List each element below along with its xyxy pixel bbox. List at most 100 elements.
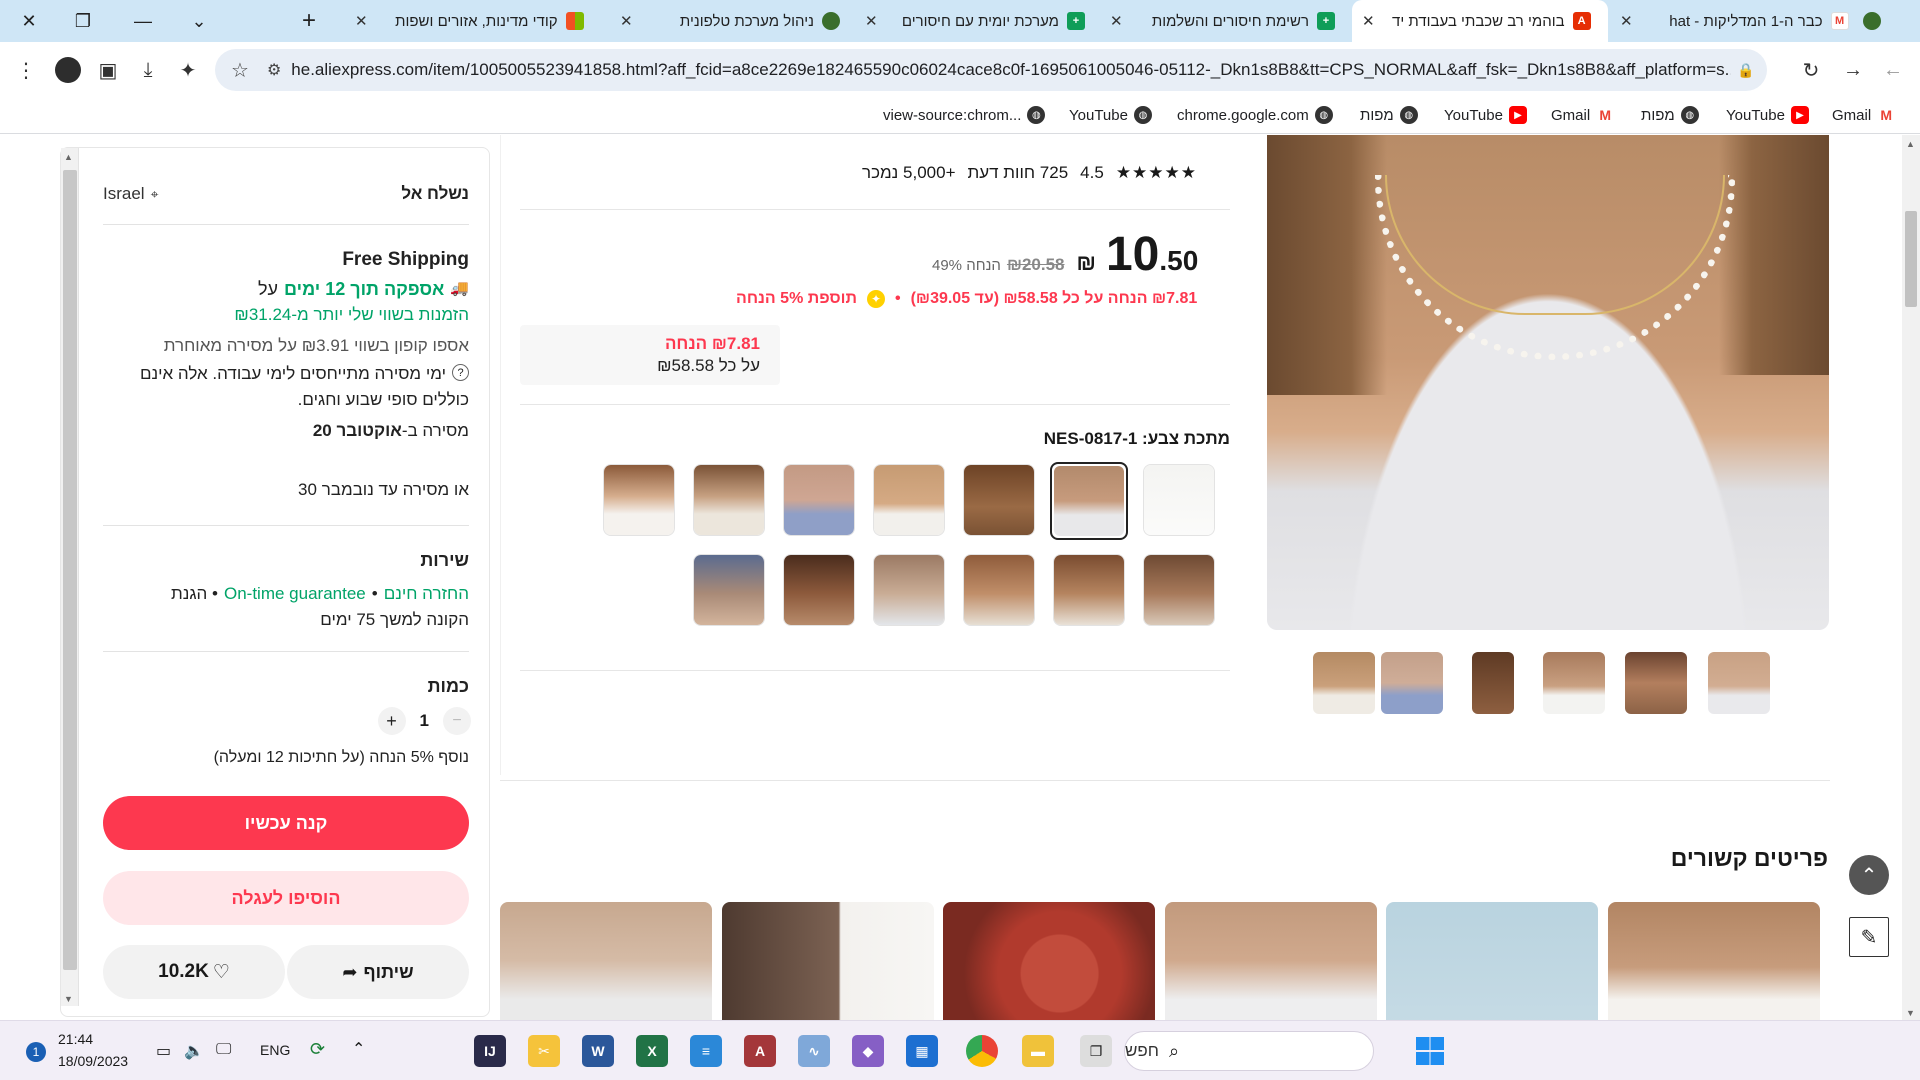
tab-country-codes[interactable]: ✕ קודי מדינות, אזורים ושפות bbox=[345, 0, 605, 42]
ship-to-selector[interactable]: Israel ⌖ bbox=[103, 184, 158, 204]
related-item-image[interactable] bbox=[500, 902, 712, 1020]
on-time-guarantee-link[interactable]: On-time guarantee bbox=[224, 584, 366, 604]
variant-swatch[interactable] bbox=[1053, 554, 1125, 626]
tab-aliexpress[interactable]: ✕ בוהמי רב שכבתי בעבודת יד A bbox=[1352, 0, 1608, 42]
address-bar[interactable]: ☆ ⚙ he.aliexpress.com/item/1005005523941… bbox=[215, 49, 1767, 91]
sync-icon[interactable]: ⟳ bbox=[310, 1039, 325, 1060]
close-tab-icon[interactable]: ✕ bbox=[1620, 12, 1633, 30]
close-tab-icon[interactable]: ✕ bbox=[865, 12, 878, 30]
variant-swatch[interactable] bbox=[963, 464, 1035, 536]
bookmark-maps[interactable]: מפות ◍ bbox=[1360, 106, 1418, 124]
store-app-icon[interactable]: ▦ bbox=[906, 1035, 938, 1067]
tab-phone-system[interactable]: ✕ ניהול מערכת טלפונית bbox=[610, 0, 850, 42]
variant-swatch[interactable] bbox=[783, 464, 855, 536]
new-tab-button[interactable]: + bbox=[292, 4, 326, 38]
related-item-image[interactable] bbox=[1386, 902, 1598, 1020]
product-thumbnail[interactable] bbox=[1472, 652, 1514, 714]
product-main-image[interactable] bbox=[1267, 135, 1829, 630]
notepad-app-icon[interactable]: ≡ bbox=[690, 1035, 722, 1067]
scroll-up-icon[interactable]: ▲ bbox=[64, 152, 73, 162]
tab-search-icon[interactable]: ⌄ bbox=[182, 4, 216, 38]
battery-icon[interactable]: ▭ bbox=[156, 1041, 171, 1061]
page-scrollbar[interactable]: ▲ ▼ bbox=[1902, 135, 1920, 1020]
feedback-edit-icon[interactable]: ✎ bbox=[1849, 917, 1889, 957]
access-app-icon[interactable]: A bbox=[744, 1035, 776, 1067]
close-tab-icon[interactable]: ✕ bbox=[620, 12, 633, 30]
bookmark-chrome-store[interactable]: chrome.google.com ◍ bbox=[1177, 106, 1333, 124]
product-thumbnail[interactable] bbox=[1381, 652, 1443, 714]
bookmark-youtube[interactable]: YouTube ▶ bbox=[1444, 106, 1527, 124]
show-hidden-icons[interactable]: ⌃ bbox=[352, 1039, 365, 1059]
clock-date[interactable]: 18/09/2023 bbox=[58, 1053, 128, 1069]
variant-swatch[interactable] bbox=[963, 554, 1035, 626]
quantity-value[interactable]: 1 bbox=[420, 711, 429, 731]
help-icon[interactable]: ? bbox=[452, 364, 469, 381]
url-text[interactable]: he.aliexpress.com/item/1005005523941858.… bbox=[291, 60, 1731, 80]
scroll-up-icon[interactable]: ▲ bbox=[1906, 139, 1915, 149]
bookmark-gmail[interactable]: Gmail M bbox=[1551, 106, 1615, 124]
site-info-icon[interactable]: ⚙ bbox=[267, 60, 281, 80]
volume-icon[interactable]: 🔈 bbox=[184, 1041, 204, 1061]
close-tab-icon[interactable]: ✕ bbox=[355, 12, 368, 30]
snip-tool-app-icon[interactable]: ✂ bbox=[528, 1035, 560, 1067]
free-return-link[interactable]: החזרה חינם bbox=[384, 584, 469, 604]
language-indicator[interactable]: ENG bbox=[260, 1042, 290, 1058]
close-tab-icon[interactable]: ✕ bbox=[1110, 12, 1123, 30]
coupon-card[interactable]: ₪7.81 הנחה על כל ₪58.58 bbox=[520, 325, 780, 385]
panel-scrollbar[interactable]: ▲ ▼ bbox=[61, 148, 79, 1006]
product-thumbnail[interactable] bbox=[1625, 652, 1687, 714]
network-icon[interactable]: 🖵 bbox=[216, 1041, 231, 1059]
related-item-image[interactable] bbox=[722, 902, 934, 1020]
extensions-icon[interactable]: ✦ bbox=[172, 54, 204, 86]
side-panel-icon[interactable]: ▣ bbox=[92, 54, 124, 86]
taskbar-search-box[interactable]: ⌕ חפש bbox=[1124, 1031, 1374, 1071]
scroll-down-icon[interactable]: ▼ bbox=[64, 994, 73, 1004]
share-button[interactable]: שיתוף ➦ bbox=[287, 945, 469, 999]
add-to-cart-button[interactable]: הוסיפו לעגלה bbox=[103, 871, 469, 925]
product-thumbnail[interactable] bbox=[1708, 652, 1770, 714]
scroll-down-icon[interactable]: ▼ bbox=[1906, 1008, 1915, 1018]
close-tab-icon[interactable]: ✕ bbox=[1362, 12, 1375, 30]
visual-studio-app-icon[interactable]: ◆ bbox=[852, 1035, 884, 1067]
file-explorer-app-icon[interactable]: ▬ bbox=[1022, 1035, 1054, 1067]
notification-badge[interactable]: 1 bbox=[26, 1042, 46, 1062]
minimize-window-button[interactable]: — bbox=[126, 4, 160, 38]
chrome-app-icon[interactable] bbox=[966, 1035, 998, 1067]
jetbrains-app-icon[interactable]: IJ bbox=[474, 1035, 506, 1067]
variant-swatch[interactable] bbox=[873, 554, 945, 626]
related-item-image[interactable] bbox=[1165, 902, 1377, 1020]
bookmark-youtube-2[interactable]: YouTube ◍ bbox=[1069, 106, 1152, 124]
start-button-icon[interactable] bbox=[1416, 1037, 1444, 1065]
bookmark-youtube[interactable]: YouTube ▶ bbox=[1726, 106, 1809, 124]
back-icon[interactable]: → bbox=[1837, 54, 1869, 86]
download-icon[interactable]: ⤓ bbox=[132, 54, 164, 86]
variant-swatch[interactable] bbox=[603, 464, 675, 536]
profile-avatar[interactable] bbox=[52, 54, 84, 86]
task-view-icon[interactable]: ❐ bbox=[1080, 1035, 1112, 1067]
page-scroll-thumb[interactable] bbox=[1905, 211, 1917, 307]
scroll-to-top-button[interactable]: ⌃ bbox=[1849, 855, 1889, 895]
bookmark-view-source[interactable]: view-source:chrom... ◍ bbox=[883, 106, 1046, 124]
clock-time[interactable]: 21:44 bbox=[58, 1031, 93, 1047]
variant-swatch[interactable] bbox=[1143, 554, 1215, 626]
quantity-plus-button[interactable]: + bbox=[377, 707, 406, 735]
reload-icon[interactable]: ↻ bbox=[1795, 54, 1827, 86]
word-app-icon[interactable]: W bbox=[582, 1035, 614, 1067]
product-thumbnail[interactable] bbox=[1313, 652, 1375, 714]
product-thumbnail[interactable] bbox=[1543, 652, 1605, 714]
variant-swatch[interactable] bbox=[783, 554, 855, 626]
bookmark-gmail[interactable]: Gmail M bbox=[1832, 106, 1896, 124]
menu-icon[interactable]: ⋮ bbox=[10, 54, 42, 86]
panel-scroll-thumb[interactable] bbox=[63, 170, 77, 970]
variant-swatch[interactable] bbox=[873, 464, 945, 536]
variant-swatch[interactable] bbox=[693, 554, 765, 626]
monitor-app-icon[interactable]: ∿ bbox=[798, 1035, 830, 1067]
variant-swatch[interactable] bbox=[693, 464, 765, 536]
close-window-button[interactable]: ✕ bbox=[12, 4, 46, 38]
buy-now-button[interactable]: קנה עכשיו bbox=[103, 796, 469, 850]
wishlist-button[interactable]: 10.2K ♡ bbox=[103, 945, 285, 999]
quantity-minus-button[interactable]: − bbox=[443, 707, 471, 735]
reviews-count[interactable]: 725 חוות דעת bbox=[968, 163, 1069, 183]
forward-icon[interactable]: ← bbox=[1877, 54, 1909, 86]
excel-app-icon[interactable]: X bbox=[636, 1035, 668, 1067]
